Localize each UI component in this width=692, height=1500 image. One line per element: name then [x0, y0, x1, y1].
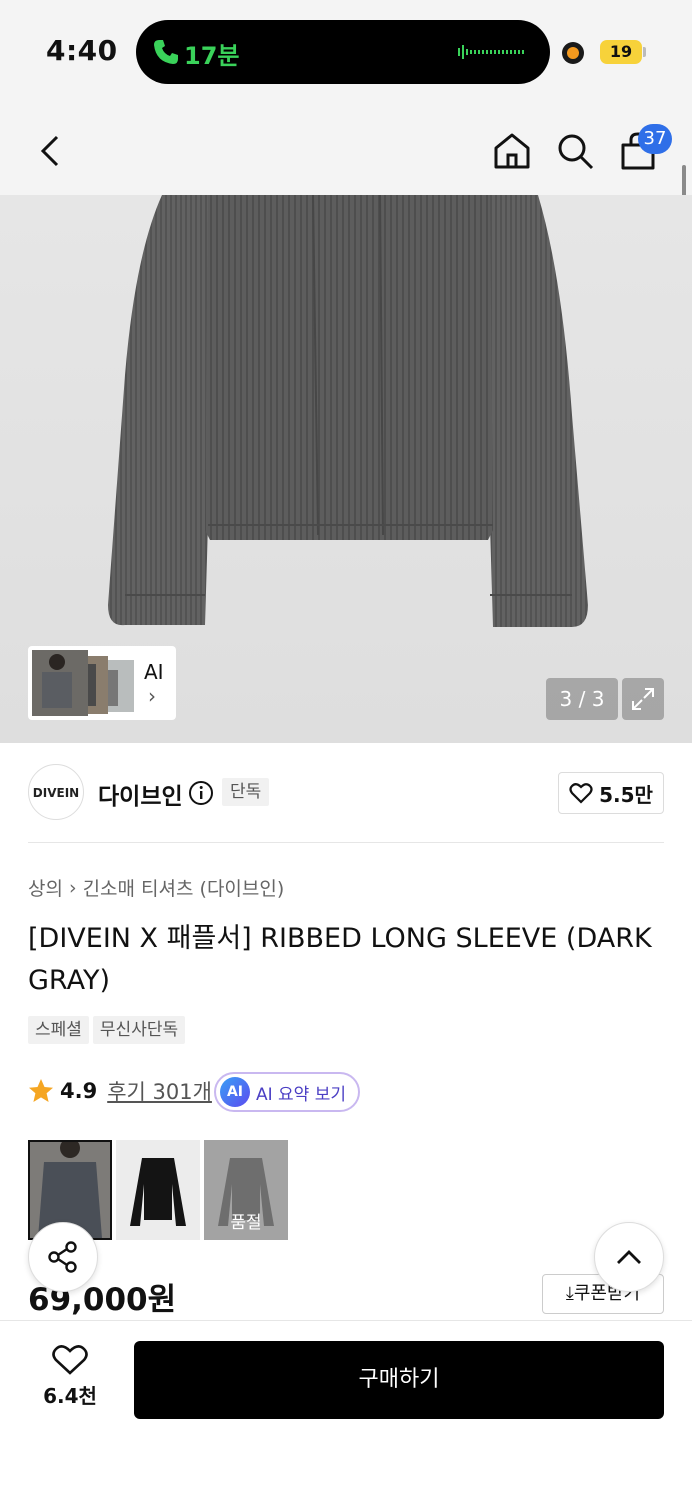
dynamic-island[interactable]: 17분: [136, 20, 550, 84]
section-divider: [28, 842, 664, 843]
wishlist-button[interactable]: 6.4천: [30, 1344, 110, 1409]
share-icon: [48, 1241, 77, 1273]
scroll-to-top-button[interactable]: [594, 1222, 664, 1292]
buy-button[interactable]: 구매하기: [134, 1341, 664, 1419]
search-button[interactable]: [553, 129, 597, 173]
battery-tip: [643, 47, 646, 57]
breadcrumb-separator-icon: ›: [68, 876, 77, 899]
download-icon: ⤓: [565, 1283, 574, 1304]
rating-row: 4.9 후기 301개: [28, 1076, 212, 1106]
heart-icon: [569, 783, 593, 804]
ai-summary-button[interactable]: AI AI 요약 보기: [214, 1072, 360, 1112]
product-title: [DIVEIN X 패플서] RIBBED LONG SLEEVE (DARK …: [28, 923, 652, 996]
brand-like-count: 5.5만: [599, 782, 653, 807]
call-duration: 17분: [184, 42, 240, 70]
exclusive-tag: 단독: [222, 778, 270, 806]
brand-name[interactable]: 다이브인: [98, 777, 183, 811]
expand-icon: [632, 688, 654, 710]
product-tags: 스페셜 무신사단독: [28, 1016, 186, 1044]
rating-score: 4.9: [60, 1079, 98, 1103]
ai-summary-label: AI 요약 보기: [256, 1084, 347, 1105]
ai-badge-icon: AI: [220, 1077, 250, 1107]
status-bar: 4:40 17분 19: [0, 0, 692, 105]
search-icon: [558, 134, 594, 170]
brand-like-button[interactable]: 5.5만: [558, 772, 664, 814]
image-counter: 3 / 3: [546, 678, 618, 720]
top-nav-bar: [0, 105, 692, 195]
back-icon: [40, 135, 59, 167]
status-time: 4:40: [46, 34, 118, 67]
recording-indicator-icon: [562, 42, 584, 64]
tag-exclusive: 무신사단독: [92, 1016, 186, 1044]
breadcrumb-item-category[interactable]: 긴소매 티셔츠 (다이브인): [83, 874, 285, 901]
chevron-up-icon: [617, 1250, 641, 1264]
sold-out-label: 품절: [230, 1213, 262, 1233]
battery-indicator: 19: [600, 40, 642, 64]
color-option-black[interactable]: [116, 1140, 200, 1240]
ai-styling-chip[interactable]: AI ›: [28, 646, 176, 720]
breadcrumb-item-top[interactable]: 상의: [28, 874, 63, 901]
phone-call-icon: [154, 40, 178, 64]
breadcrumb: 상의 › 긴소매 티셔츠 (다이브인): [28, 874, 284, 901]
tag-special: 스페셜: [28, 1016, 89, 1044]
wishlist-count: 6.4천: [43, 1384, 97, 1408]
ai-label: AI: [144, 660, 164, 684]
home-button[interactable]: [490, 129, 534, 173]
chevron-right-icon: ›: [148, 684, 156, 708]
color-option-gray[interactable]: 품절: [204, 1140, 288, 1240]
home-icon: [494, 133, 530, 169]
ai-styling-thumbnails: [32, 650, 134, 716]
audio-wave-icon: [458, 45, 524, 59]
share-button[interactable]: [28, 1222, 98, 1292]
star-icon: [29, 1079, 53, 1102]
heart-icon: [52, 1345, 88, 1375]
expand-image-button[interactable]: [622, 678, 664, 720]
color-thumb-black: [116, 1140, 200, 1240]
cart-count-badge: 37: [638, 124, 672, 154]
brand-logo[interactable]: DIVEIN: [28, 764, 84, 820]
back-button[interactable]: [28, 129, 72, 173]
reviews-link[interactable]: 후기 301개: [107, 1076, 212, 1106]
info-icon[interactable]: [188, 780, 214, 806]
